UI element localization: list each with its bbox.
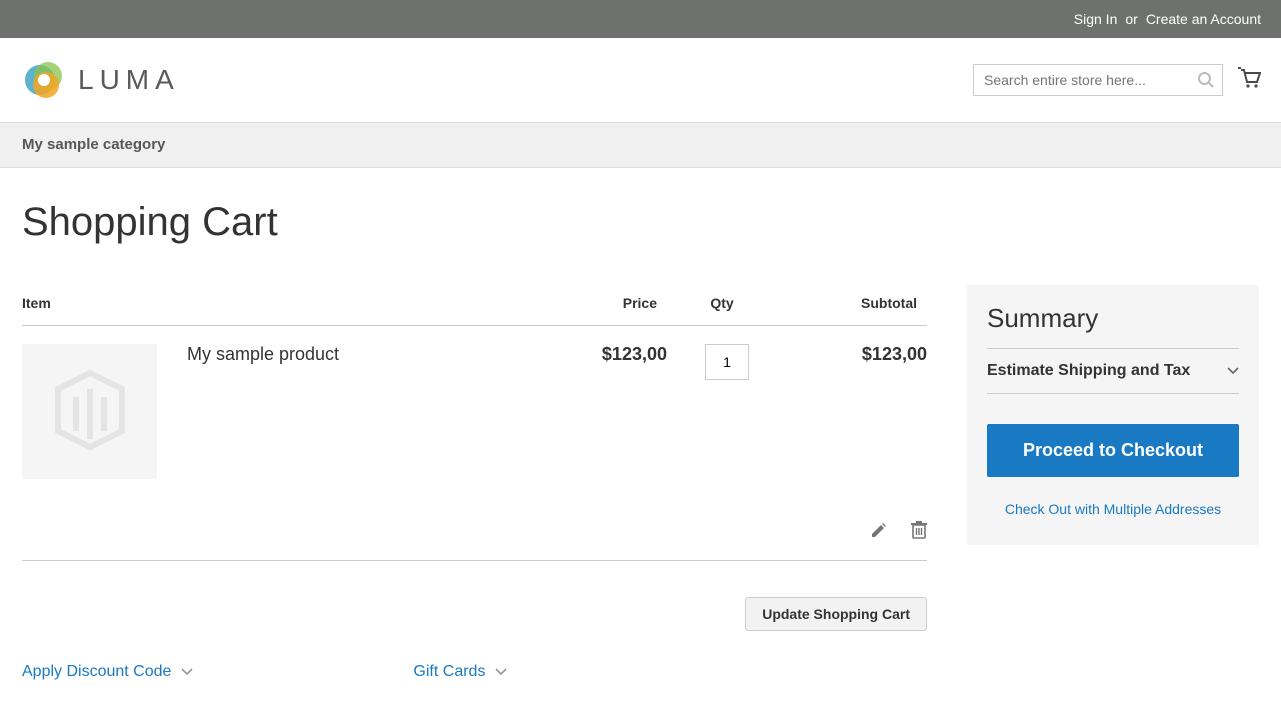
product-image-placeholder[interactable] <box>22 344 157 479</box>
col-price: Price <box>557 285 667 326</box>
logo-icon <box>22 58 66 102</box>
create-account-link[interactable]: Create an Account <box>1146 11 1261 27</box>
estimate-shipping-toggle[interactable]: Estimate Shipping and Tax <box>987 348 1239 394</box>
proceed-checkout-button[interactable]: Proceed to Checkout <box>987 424 1239 477</box>
cart-icon[interactable] <box>1237 67 1261 94</box>
logo-text: LUMA <box>78 64 180 96</box>
cart-row: My sample product $123,00 $123,00 <box>22 326 927 498</box>
col-qty: Qty <box>667 285 787 326</box>
qty-input[interactable] <box>705 344 749 380</box>
chevron-down-icon <box>1227 362 1239 380</box>
product-subtotal: $123,00 <box>787 326 927 498</box>
page-title: Shopping Cart <box>22 200 1259 245</box>
search-icon[interactable] <box>1197 71 1215 94</box>
multiple-addresses-link[interactable]: Check Out with Multiple Addresses <box>987 501 1239 517</box>
separator: or <box>1125 11 1137 27</box>
header: LUMA <box>0 38 1281 122</box>
cart-table: Item Price Qty Subtotal <box>22 285 927 579</box>
gift-cards-label: Gift Cards <box>413 663 485 681</box>
summary-panel: Summary Estimate Shipping and Tax Procee… <box>967 285 1259 545</box>
edit-item-icon[interactable] <box>870 521 888 544</box>
search-input[interactable] <box>973 64 1223 96</box>
apply-discount-link[interactable]: Apply Discount Code <box>22 663 193 681</box>
estimate-label: Estimate Shipping and Tax <box>987 362 1190 380</box>
nav-bar: My sample category <box>0 122 1281 168</box>
gift-cards-link[interactable]: Gift Cards <box>413 663 507 681</box>
col-subtotal: Subtotal <box>787 285 927 326</box>
search-box <box>973 64 1223 96</box>
product-name[interactable]: My sample product <box>187 344 339 479</box>
chevron-down-icon <box>495 665 507 679</box>
logo[interactable]: LUMA <box>22 58 180 102</box>
top-bar: Sign In or Create an Account <box>0 0 1281 38</box>
nav-category-link[interactable]: My sample category <box>22 136 165 153</box>
summary-title: Summary <box>987 303 1239 334</box>
product-price: $123,00 <box>557 326 667 498</box>
update-cart-button[interactable]: Update Shopping Cart <box>745 597 927 631</box>
apply-discount-label: Apply Discount Code <box>22 663 171 681</box>
col-item: Item <box>22 285 557 326</box>
chevron-down-icon <box>181 665 193 679</box>
signin-link[interactable]: Sign In <box>1074 11 1118 27</box>
delete-item-icon[interactable] <box>911 521 927 544</box>
